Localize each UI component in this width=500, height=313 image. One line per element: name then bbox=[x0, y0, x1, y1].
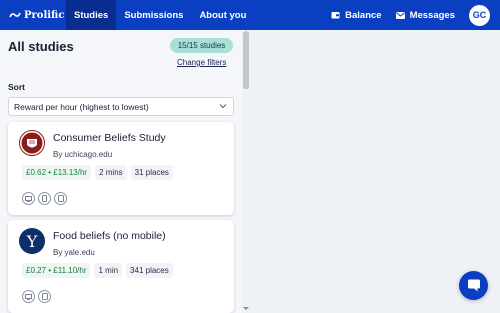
sort-select[interactable]: Reward per hour (highest to lowest) bbox=[8, 97, 234, 116]
places-tag: 341 places bbox=[126, 263, 173, 278]
tablet-icon bbox=[38, 290, 51, 303]
study-card[interactable]: Y Food beliefs (no mobile) By yale.edu £… bbox=[8, 220, 234, 313]
study-detail-area bbox=[250, 30, 500, 313]
page-title: All studies bbox=[8, 39, 74, 54]
study-researcher: By uchicago.edu bbox=[53, 150, 113, 159]
wallet-icon bbox=[331, 12, 340, 19]
prolific-logo-icon bbox=[9, 12, 21, 18]
tablet-icon bbox=[54, 192, 67, 205]
desktop-icon bbox=[22, 192, 35, 205]
tab-studies[interactable]: Studies bbox=[66, 0, 117, 30]
sort-label: Sort bbox=[8, 82, 25, 92]
scrollbar-thumb[interactable] bbox=[243, 32, 249, 89]
duration-tag: 1 min bbox=[94, 263, 123, 278]
study-card[interactable]: Consumer Beliefs Study By uchicago.edu £… bbox=[8, 122, 234, 215]
tab-about-you[interactable]: About you bbox=[191, 0, 254, 30]
places-tag: 31 places bbox=[130, 165, 173, 180]
change-filters-link[interactable]: Change filters bbox=[177, 58, 226, 67]
reward-tag: £0.27 • £11.10/hr bbox=[22, 263, 91, 278]
tab-submissions[interactable]: Submissions bbox=[116, 0, 191, 30]
messages-button[interactable]: Messages bbox=[395, 9, 455, 21]
balance-label: Balance bbox=[345, 9, 382, 21]
duration-tag: 2 mins bbox=[95, 165, 127, 180]
prolific-logo[interactable]: Prolific bbox=[0, 0, 66, 30]
studies-count-badge: 15/15 studies bbox=[170, 38, 233, 53]
desktop-icon bbox=[22, 290, 35, 303]
yale-y-icon: Y bbox=[19, 228, 45, 254]
messages-label: Messages bbox=[409, 9, 455, 21]
chat-bubble-icon bbox=[467, 279, 480, 292]
scroll-down-arrow-icon[interactable] bbox=[243, 306, 249, 311]
study-title: Food beliefs (no mobile) bbox=[53, 230, 166, 242]
envelope-icon bbox=[395, 11, 405, 19]
uchicago-crest-icon bbox=[19, 130, 45, 156]
chat-button[interactable] bbox=[459, 271, 488, 300]
study-title: Consumer Beliefs Study bbox=[53, 132, 166, 144]
top-nav: Prolific Studies Submissions About you B… bbox=[0, 0, 500, 30]
logo-text: Prolific bbox=[24, 9, 65, 21]
svg-text:Y: Y bbox=[26, 232, 38, 251]
reward-tag: £0.62 • £13.13/hr bbox=[22, 165, 92, 180]
sort-value: Reward per hour (highest to lowest) bbox=[14, 101, 149, 112]
studies-panel: All studies 15/15 studies Change filters… bbox=[0, 30, 242, 313]
avatar[interactable]: GC bbox=[469, 4, 490, 26]
chevron-down-icon bbox=[219, 104, 227, 109]
mobile-icon bbox=[38, 192, 51, 205]
study-researcher: By yale.edu bbox=[53, 248, 95, 257]
balance-button[interactable]: Balance bbox=[331, 9, 382, 21]
